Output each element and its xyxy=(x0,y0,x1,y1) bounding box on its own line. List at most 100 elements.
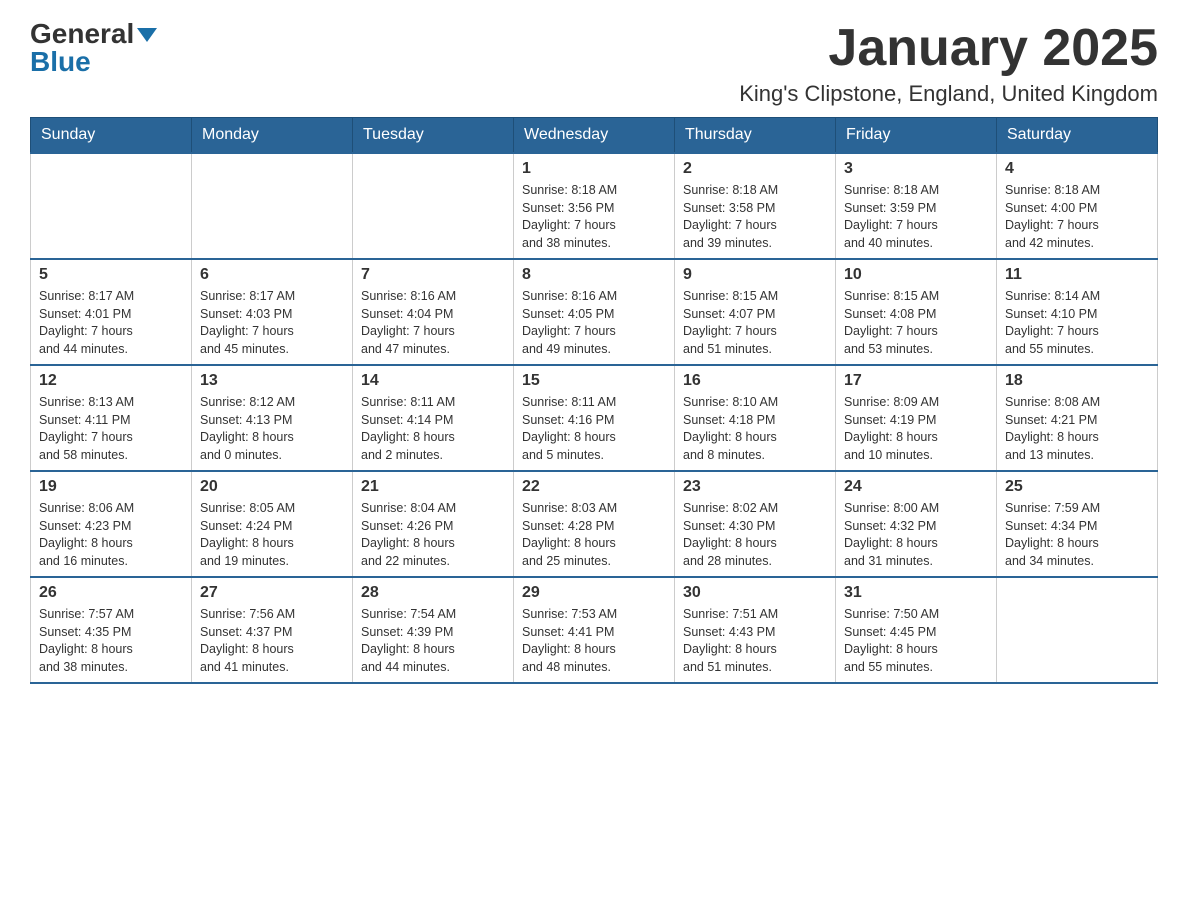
calendar-cell: 9 Sunrise: 8:15 AMSunset: 4:07 PMDaylight… xyxy=(675,259,836,365)
calendar-header-saturday: Saturday xyxy=(997,118,1158,154)
calendar-cell: 18Sunrise: 8:08 AMSunset: 4:21 PMDayligh… xyxy=(997,365,1158,471)
calendar-cell: 6 Sunrise: 8:17 AMSunset: 4:03 PMDaylight… xyxy=(192,259,353,365)
day-info: Sunrise: 7:59 AMSunset: 4:34 PMDaylight:… xyxy=(1005,500,1149,570)
day-number: 21 xyxy=(361,478,505,496)
calendar-week-row: 12Sunrise: 8:13 AMSunset: 4:11 PMDayligh… xyxy=(31,365,1158,471)
day-info: Sunrise: 8:15 AMSunset: 4:07 PMDaylight:… xyxy=(683,288,827,358)
calendar-header-monday: Monday xyxy=(192,118,353,154)
day-info: Sunrise: 8:12 AMSunset: 4:13 PMDaylight:… xyxy=(200,394,344,464)
day-info: Sunrise: 7:53 AMSunset: 4:41 PMDaylight:… xyxy=(522,606,666,676)
day-number: 12 xyxy=(39,372,183,390)
calendar-header-friday: Friday xyxy=(836,118,997,154)
day-number: 6 xyxy=(200,266,344,284)
day-info: Sunrise: 8:14 AMSunset: 4:10 PMDaylight:… xyxy=(1005,288,1149,358)
day-info: Sunrise: 8:17 AMSunset: 4:01 PMDaylight:… xyxy=(39,288,183,358)
day-info: Sunrise: 8:11 AMSunset: 4:14 PMDaylight:… xyxy=(361,394,505,464)
day-number: 23 xyxy=(683,478,827,496)
day-info: Sunrise: 7:54 AMSunset: 4:39 PMDaylight:… xyxy=(361,606,505,676)
calendar-header-sunday: Sunday xyxy=(31,118,192,154)
day-info: Sunrise: 8:11 AMSunset: 4:16 PMDaylight:… xyxy=(522,394,666,464)
calendar-cell: 20 Sunrise: 8:05 AMSunset: 4:24 PMDayligh… xyxy=(192,471,353,577)
day-info: Sunrise: 8:16 AMSunset: 4:05 PMDaylight:… xyxy=(522,288,666,358)
logo-triangle-icon xyxy=(137,28,157,42)
calendar-cell: 25 Sunrise: 7:59 AMSunset: 4:34 PMDayligh… xyxy=(997,471,1158,577)
day-info: Sunrise: 8:09 AMSunset: 4:19 PMDaylight:… xyxy=(844,394,988,464)
day-number: 20 xyxy=(200,478,344,496)
page-header: General Blue January 2025 King's Clipsto… xyxy=(30,20,1158,107)
day-info: Sunrise: 8:18 AMSunset: 3:59 PMDaylight:… xyxy=(844,182,988,252)
calendar-cell: 19Sunrise: 8:06 AMSunset: 4:23 PMDayligh… xyxy=(31,471,192,577)
day-info: Sunrise: 8:18 AMSunset: 3:56 PMDaylight:… xyxy=(522,182,666,252)
calendar-cell: 21 Sunrise: 8:04 AMSunset: 4:26 PMDayligh… xyxy=(353,471,514,577)
day-number: 28 xyxy=(361,584,505,602)
day-info: Sunrise: 7:57 AMSunset: 4:35 PMDaylight:… xyxy=(39,606,183,676)
calendar-cell: 26 Sunrise: 7:57 AMSunset: 4:35 PMDayligh… xyxy=(31,577,192,683)
day-number: 16 xyxy=(683,372,827,390)
day-number: 7 xyxy=(361,266,505,284)
calendar-cell: 17 Sunrise: 8:09 AMSunset: 4:19 PMDayligh… xyxy=(836,365,997,471)
day-info: Sunrise: 8:02 AMSunset: 4:30 PMDaylight:… xyxy=(683,500,827,570)
calendar-cell xyxy=(997,577,1158,683)
calendar-cell xyxy=(31,153,192,259)
day-number: 26 xyxy=(39,584,183,602)
day-number: 11 xyxy=(1005,266,1149,284)
day-number: 9 xyxy=(683,266,827,284)
calendar-cell: 3 Sunrise: 8:18 AMSunset: 3:59 PMDaylight… xyxy=(836,153,997,259)
day-info: Sunrise: 8:05 AMSunset: 4:24 PMDaylight:… xyxy=(200,500,344,570)
day-info: Sunrise: 8:18 AMSunset: 3:58 PMDaylight:… xyxy=(683,182,827,252)
calendar-table: SundayMondayTuesdayWednesdayThursdayFrid… xyxy=(30,117,1158,684)
day-number: 14 xyxy=(361,372,505,390)
day-info: Sunrise: 8:00 AMSunset: 4:32 PMDaylight:… xyxy=(844,500,988,570)
day-number: 3 xyxy=(844,160,988,178)
calendar-cell: 27 Sunrise: 7:56 AMSunset: 4:37 PMDayligh… xyxy=(192,577,353,683)
day-number: 29 xyxy=(522,584,666,602)
calendar-week-row: 5 Sunrise: 8:17 AMSunset: 4:01 PMDaylight… xyxy=(31,259,1158,365)
day-info: Sunrise: 7:56 AMSunset: 4:37 PMDaylight:… xyxy=(200,606,344,676)
day-number: 17 xyxy=(844,372,988,390)
day-info: Sunrise: 8:15 AMSunset: 4:08 PMDaylight:… xyxy=(844,288,988,358)
calendar-header-thursday: Thursday xyxy=(675,118,836,154)
calendar-header-row: SundayMondayTuesdayWednesdayThursdayFrid… xyxy=(31,118,1158,154)
day-info: Sunrise: 7:51 AMSunset: 4:43 PMDaylight:… xyxy=(683,606,827,676)
calendar-cell: 22 Sunrise: 8:03 AMSunset: 4:28 PMDayligh… xyxy=(514,471,675,577)
calendar-cell: 15 Sunrise: 8:11 AMSunset: 4:16 PMDayligh… xyxy=(514,365,675,471)
day-number: 30 xyxy=(683,584,827,602)
day-info: Sunrise: 8:06 AMSunset: 4:23 PMDaylight:… xyxy=(39,500,183,570)
day-number: 8 xyxy=(522,266,666,284)
calendar-cell: 31Sunrise: 7:50 AMSunset: 4:45 PMDayligh… xyxy=(836,577,997,683)
calendar-cell xyxy=(353,153,514,259)
location-text: King's Clipstone, England, United Kingdo… xyxy=(739,81,1158,107)
calendar-cell: 28 Sunrise: 7:54 AMSunset: 4:39 PMDayligh… xyxy=(353,577,514,683)
calendar-cell: 8 Sunrise: 8:16 AMSunset: 4:05 PMDaylight… xyxy=(514,259,675,365)
calendar-cell: 4Sunrise: 8:18 AMSunset: 4:00 PMDaylight… xyxy=(997,153,1158,259)
day-number: 15 xyxy=(522,372,666,390)
calendar-header-wednesday: Wednesday xyxy=(514,118,675,154)
calendar-cell: 12Sunrise: 8:13 AMSunset: 4:11 PMDayligh… xyxy=(31,365,192,471)
day-number: 22 xyxy=(522,478,666,496)
calendar-cell: 2Sunrise: 8:18 AMSunset: 3:58 PMDaylight… xyxy=(675,153,836,259)
logo: General Blue xyxy=(30,20,157,76)
day-info: Sunrise: 8:17 AMSunset: 4:03 PMDaylight:… xyxy=(200,288,344,358)
day-info: Sunrise: 7:50 AMSunset: 4:45 PMDaylight:… xyxy=(844,606,988,676)
calendar-cell: 10 Sunrise: 8:15 AMSunset: 4:08 PMDayligh… xyxy=(836,259,997,365)
day-number: 10 xyxy=(844,266,988,284)
day-number: 24 xyxy=(844,478,988,496)
logo-general-text: General xyxy=(30,20,134,48)
calendar-cell: 1Sunrise: 8:18 AMSunset: 3:56 PMDaylight… xyxy=(514,153,675,259)
month-title: January 2025 xyxy=(739,20,1158,77)
day-number: 5 xyxy=(39,266,183,284)
day-info: Sunrise: 8:04 AMSunset: 4:26 PMDaylight:… xyxy=(361,500,505,570)
calendar-cell: 16 Sunrise: 8:10 AMSunset: 4:18 PMDayligh… xyxy=(675,365,836,471)
day-number: 25 xyxy=(1005,478,1149,496)
day-number: 4 xyxy=(1005,160,1149,178)
calendar-cell: 24 Sunrise: 8:00 AMSunset: 4:32 PMDayligh… xyxy=(836,471,997,577)
day-number: 27 xyxy=(200,584,344,602)
calendar-header-tuesday: Tuesday xyxy=(353,118,514,154)
day-info: Sunrise: 8:03 AMSunset: 4:28 PMDaylight:… xyxy=(522,500,666,570)
calendar-cell: 30 Sunrise: 7:51 AMSunset: 4:43 PMDayligh… xyxy=(675,577,836,683)
day-info: Sunrise: 8:10 AMSunset: 4:18 PMDaylight:… xyxy=(683,394,827,464)
calendar-cell: 5 Sunrise: 8:17 AMSunset: 4:01 PMDaylight… xyxy=(31,259,192,365)
day-info: Sunrise: 8:08 AMSunset: 4:21 PMDaylight:… xyxy=(1005,394,1149,464)
logo-blue-text: Blue xyxy=(30,48,91,76)
calendar-cell: 13Sunrise: 8:12 AMSunset: 4:13 PMDayligh… xyxy=(192,365,353,471)
